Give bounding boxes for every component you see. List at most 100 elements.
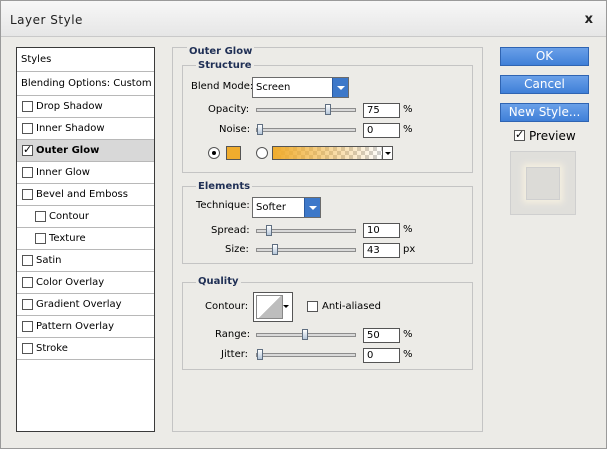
style-item-checkbox[interactable]: [22, 321, 33, 332]
style-item-label: Satin: [36, 255, 62, 266]
style-item-label: Texture: [49, 233, 86, 244]
style-preview-swatch: [526, 167, 560, 200]
opacity-unit: %: [403, 104, 413, 115]
noise-slider[interactable]: [256, 124, 356, 135]
opacity-label: Opacity:: [208, 104, 250, 115]
contour-label: Contour:: [205, 301, 249, 312]
new-style-button[interactable]: New Style...: [500, 103, 589, 122]
style-item-label: Color Overlay: [36, 277, 105, 288]
blend-mode-value: Screen: [256, 82, 291, 93]
jitter-input[interactable]: 0: [363, 348, 400, 363]
anti-aliased-label: Anti-aliased: [322, 301, 382, 312]
window-title: Layer Style: [10, 13, 83, 27]
style-item-label: Gradient Overlay: [36, 299, 122, 310]
opacity-slider[interactable]: [256, 104, 356, 115]
size-input[interactable]: 43: [363, 243, 400, 258]
style-item-inner-glow[interactable]: Inner Glow: [17, 162, 154, 184]
contour-picker[interactable]: [253, 292, 293, 322]
style-item-color-overlay[interactable]: Color Overlay: [17, 272, 154, 294]
jitter-label: Jitter:: [221, 349, 249, 360]
style-item-pattern-overlay[interactable]: Pattern Overlay: [17, 316, 154, 338]
contour-dropdown-icon[interactable]: [283, 305, 289, 308]
style-item-checkbox[interactable]: [22, 143, 33, 156]
style-item-satin[interactable]: Satin: [17, 250, 154, 272]
range-slider[interactable]: [256, 329, 356, 340]
style-item-checkbox[interactable]: [22, 189, 33, 200]
size-slider[interactable]: [256, 244, 356, 255]
technique-label: Technique:: [196, 200, 250, 211]
blending-options-item[interactable]: Blending Options: Custom: [17, 72, 154, 96]
style-item-bevel-and-emboss[interactable]: Bevel and Emboss: [17, 184, 154, 206]
structure-title: Structure: [196, 60, 254, 71]
opacity-input[interactable]: 75: [363, 103, 400, 118]
blending-options-label: Blending Options: Custom: [21, 78, 152, 89]
style-item-label: Inner Shadow: [36, 123, 105, 134]
blend-mode-label: Blend Mode:: [191, 81, 254, 92]
chevron-down-icon[interactable]: [304, 198, 320, 217]
styles-list: Styles Blending Options: Custom Drop Sha…: [16, 47, 155, 432]
style-preview: [510, 151, 576, 215]
style-item-checkbox[interactable]: [22, 277, 33, 288]
style-item-label: Bevel and Emboss: [36, 189, 128, 200]
layer-style-dialog: Layer Style x Styles Blending Options: C…: [0, 0, 607, 449]
spread-slider[interactable]: [256, 225, 356, 236]
contour-curve-icon: [256, 295, 283, 319]
close-icon[interactable]: x: [585, 12, 593, 27]
style-item-gradient-overlay[interactable]: Gradient Overlay: [17, 294, 154, 316]
solid-color-radio[interactable]: [208, 147, 220, 159]
anti-aliased-checkbox[interactable]: [307, 301, 318, 312]
glow-color-swatch[interactable]: [226, 146, 241, 160]
noise-input[interactable]: 0: [363, 123, 400, 138]
gradient-dropdown-icon[interactable]: [382, 146, 393, 160]
size-unit: px: [403, 244, 416, 255]
style-item-checkbox[interactable]: [22, 167, 33, 178]
size-label: Size:: [225, 244, 249, 255]
range-slider-thumb[interactable]: [302, 329, 308, 340]
styles-header[interactable]: Styles: [17, 48, 154, 72]
style-item-outer-glow[interactable]: Outer Glow: [17, 140, 154, 162]
style-item-drop-shadow[interactable]: Drop Shadow: [17, 96, 154, 118]
spread-label: Spread:: [211, 225, 250, 236]
size-slider-thumb[interactable]: [272, 244, 278, 255]
outer-glow-title: Outer Glow: [187, 46, 255, 57]
noise-slider-thumb[interactable]: [257, 124, 263, 135]
spread-input[interactable]: 10: [363, 223, 400, 238]
style-item-checkbox[interactable]: [35, 211, 46, 222]
style-item-label: Outer Glow: [36, 145, 100, 156]
jitter-slider-thumb[interactable]: [257, 349, 263, 360]
ok-button[interactable]: OK: [500, 47, 589, 66]
style-item-contour[interactable]: Contour: [17, 206, 154, 228]
style-item-label: Pattern Overlay: [36, 321, 115, 332]
style-item-stroke[interactable]: Stroke: [17, 338, 154, 360]
style-item-checkbox[interactable]: [22, 343, 33, 354]
elements-title: Elements: [196, 181, 253, 192]
style-item-checkbox[interactable]: [22, 255, 33, 266]
jitter-slider[interactable]: [256, 349, 356, 360]
technique-select[interactable]: Softer: [252, 197, 321, 218]
blend-mode-select[interactable]: Screen: [252, 77, 349, 98]
range-label: Range:: [215, 329, 251, 340]
cancel-button[interactable]: Cancel: [500, 75, 589, 94]
chevron-down-icon[interactable]: [332, 78, 348, 97]
range-unit: %: [403, 329, 413, 340]
spread-unit: %: [403, 224, 413, 235]
style-item-texture[interactable]: Texture: [17, 228, 154, 250]
gradient-radio[interactable]: [256, 147, 268, 159]
noise-unit: %: [403, 124, 413, 135]
glow-gradient-picker[interactable]: [272, 146, 383, 160]
style-item-inner-shadow[interactable]: Inner Shadow: [17, 118, 154, 140]
spread-slider-thumb[interactable]: [266, 225, 272, 236]
range-input[interactable]: 50: [363, 328, 400, 343]
opacity-slider-thumb[interactable]: [325, 104, 331, 115]
noise-label: Noise:: [219, 124, 251, 135]
style-item-checkbox[interactable]: [22, 101, 33, 112]
preview-checkbox[interactable]: [514, 128, 525, 141]
style-item-checkbox[interactable]: [22, 299, 33, 310]
technique-value: Softer: [256, 202, 286, 213]
jitter-unit: %: [403, 349, 413, 360]
title-bar: Layer Style x: [1, 1, 606, 37]
style-item-checkbox[interactable]: [22, 123, 33, 134]
styles-header-label: Styles: [21, 54, 52, 65]
style-item-label: Inner Glow: [36, 167, 90, 178]
style-item-checkbox[interactable]: [35, 233, 46, 244]
